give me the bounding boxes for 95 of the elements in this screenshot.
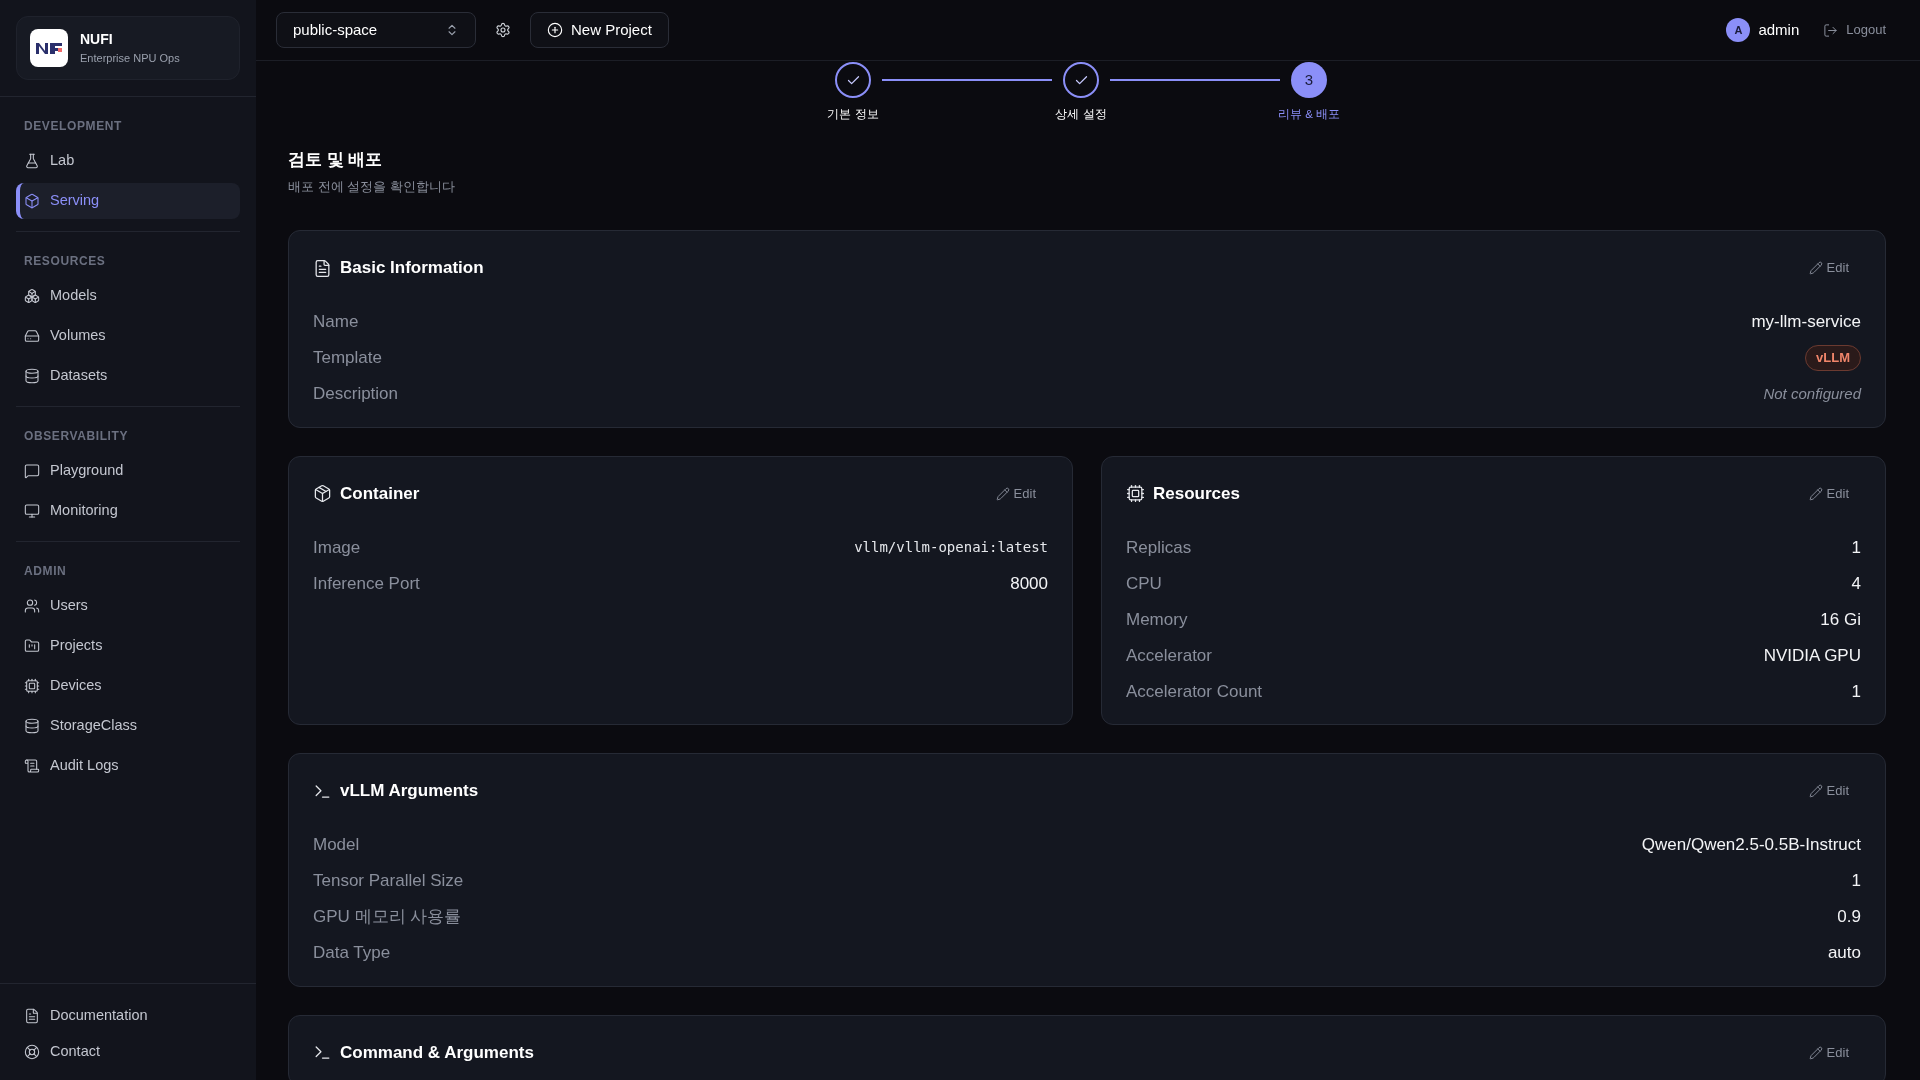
folder-icon [24,638,40,654]
users-icon [24,598,40,614]
row-value: 8000 [1010,572,1048,595]
brand-name: NUFI [80,30,114,50]
brand-subtitle: Enterprise NPU Ops [80,51,180,67]
footer-link[interactable]: Documentation [16,1000,240,1032]
row-value: 16 Gi [1820,608,1861,631]
new-project-button[interactable]: New Project [530,12,669,48]
package-icon [313,484,332,503]
logout-button[interactable]: Logout [1823,20,1886,40]
lifebuoy-icon [24,1044,40,1060]
edit-button[interactable]: Edit [1808,781,1849,801]
monitor-icon [24,503,40,519]
row-label: Replicas [1126,536,1192,559]
chip-icon [24,678,40,694]
nav-item[interactable]: Models [16,278,240,314]
footer-link[interactable]: Contact [16,1036,240,1068]
row-label: Accelerator [1126,644,1212,667]
settings-icon [495,22,511,38]
section-heading: ADMIN [23,563,68,580]
flask-icon [24,153,40,169]
project-select[interactable]: public-space [276,12,476,48]
logout-icon [1823,22,1839,38]
document-icon [24,1008,40,1024]
database-icon [24,368,40,384]
row-label: GPU 메모리 사용률 [313,906,462,928]
row-label: Memory [1126,608,1188,631]
cubes-icon [24,288,40,304]
card-title: Command & Arguments [340,1041,534,1064]
edit-button[interactable]: Edit [1808,1042,1849,1063]
pencil-icon [1808,1045,1823,1060]
pencil-icon [1808,784,1823,798]
chat-icon [24,463,40,479]
card-title: vLLM Arguments [340,780,479,803]
nav-item[interactable]: Volumes [16,318,240,354]
section-heading: RESOURCES [23,253,107,270]
database-icon [24,718,40,734]
nav-item[interactable]: Projects [16,628,240,664]
scroll-icon [24,758,40,774]
row-value: 4 [1851,572,1861,595]
row-value: 1 [1851,680,1861,703]
row-value: auto [1827,942,1861,964]
template-badge: vLLM [1805,345,1861,371]
row-label: Template [313,347,382,369]
edit-button[interactable]: Edit [1808,258,1849,278]
row-label: Data Type [313,942,391,964]
card-title: Basic Information [340,257,484,280]
terminal-icon [313,1043,332,1062]
row-label: Inference Port [313,572,420,595]
step-label: 기본 정보 [827,107,879,122]
pencil-icon [995,486,1010,501]
cube-icon [24,193,40,209]
step-label: 리뷰 & 배포 [1277,107,1341,122]
user-avatar: A [1726,18,1751,42]
row-label: Image [313,536,361,559]
nav-item[interactable]: StorageClass [16,708,240,744]
nav-item[interactable]: Monitoring [16,493,240,529]
drive-icon [24,328,40,344]
row-label: Tensor Parallel Size [313,870,464,892]
nav-item[interactable]: Devices [16,668,240,704]
row-value: 0.9 [1837,906,1861,928]
edit-button[interactable]: Edit [995,483,1036,504]
nav-item[interactable]: Audit Logs [16,748,240,784]
step-label: 상세 설정 [1055,107,1107,122]
edit-button[interactable]: Edit [1808,483,1849,504]
row-value: Not configured [1763,383,1861,404]
section-heading: DEVELOPMENT [23,118,123,135]
nav-item[interactable]: Lab [16,143,240,179]
row-label: Name [313,311,359,333]
nav-item[interactable]: Playground [16,453,240,489]
row-value: NVIDIA GPU [1763,644,1861,667]
section-heading: OBSERVABILITY [23,428,130,445]
row-value: my-llm-service [1751,311,1861,333]
row-label: Description [313,383,399,405]
nav-item[interactable]: Users [16,588,240,624]
chip-icon [1126,484,1145,503]
row-value: vllm/vllm-openai:latest [854,537,1048,557]
row-label: Model [313,834,360,856]
logo-icon [30,29,68,67]
page-subtitle: 배포 전에 설정을 확인합니다 [288,177,456,196]
row-label: CPU [1126,572,1162,595]
pencil-icon [1808,261,1823,275]
nav-item[interactable]: Serving [16,183,240,219]
plus-icon [547,22,563,38]
nav-item[interactable]: Datasets [16,358,240,394]
row-value: 1 [1851,536,1861,559]
page-title: 검토 및 배포 [288,149,384,172]
user-name: admin [1758,19,1800,40]
card-title: Container [340,482,420,505]
row-value: Qwen/Qwen2.5-0.5B-Instruct [1641,834,1861,856]
card-title: Resources [1153,482,1240,505]
pencil-icon [1808,486,1823,501]
row-value: 1 [1851,870,1861,892]
document-icon [313,258,332,278]
row-label: Accelerator Count [1126,680,1263,703]
